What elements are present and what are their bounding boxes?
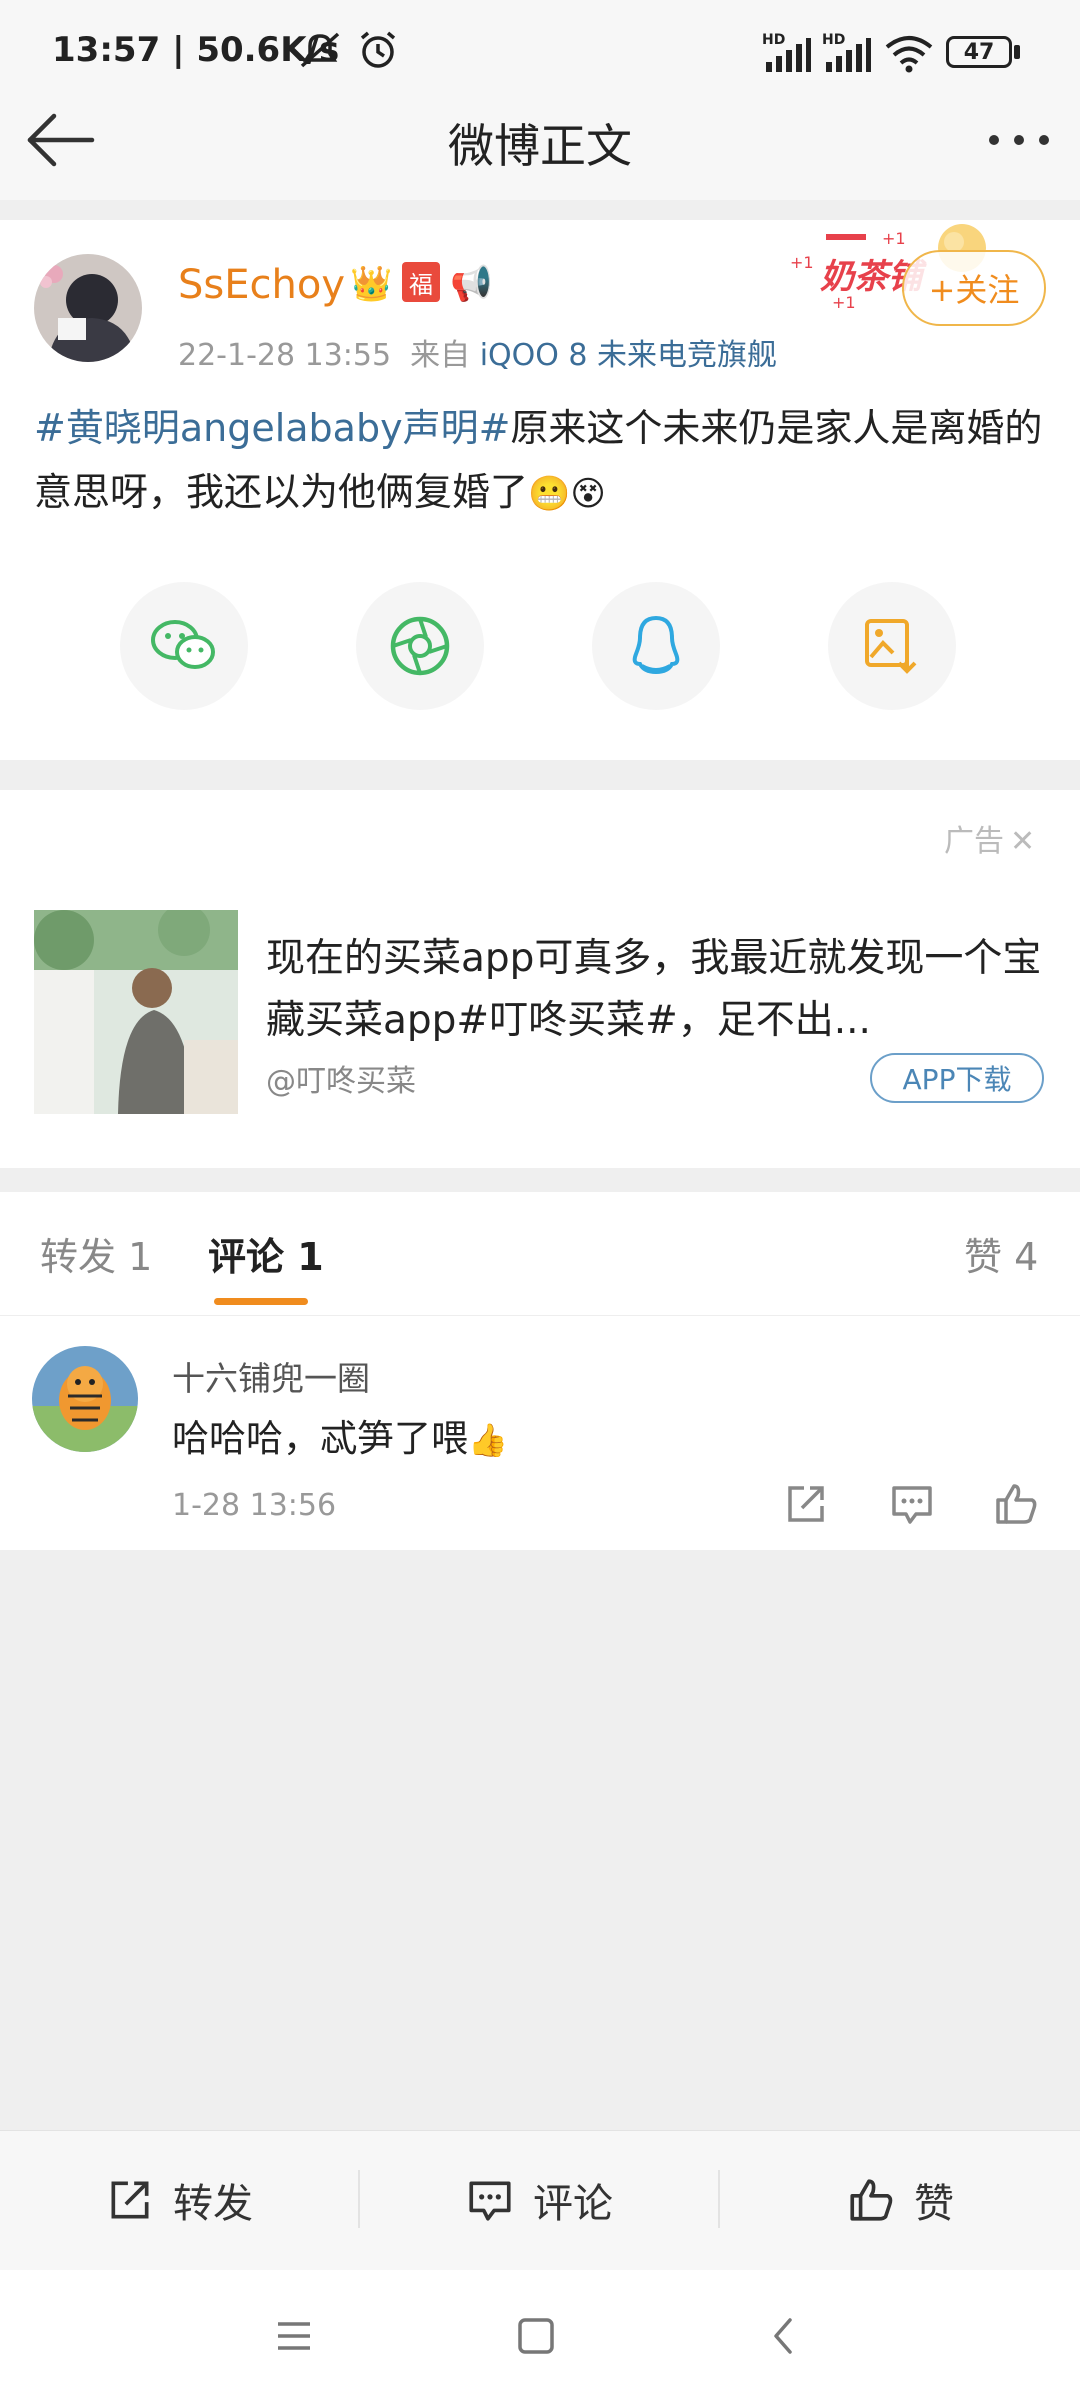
signal-icon-2 [826,38,871,72]
comment-like-icon[interactable] [992,1480,1040,1528]
comment-username[interactable]: 十六铺兜一圈 [172,1352,370,1400]
tab-reposts[interactable]: 转发 1 [40,1226,152,1281]
avatar[interactable] [34,254,142,362]
ad-image[interactable] [34,910,238,1114]
home-icon[interactable] [508,2308,564,2364]
mute-notification-icon [300,32,340,68]
wifi-icon [885,36,933,73]
follow-button[interactable]: +关注 [902,250,1046,326]
svg-text:+1: +1 [882,229,906,248]
battery-icon: 47 [946,36,1012,68]
close-icon[interactable]: ✕ [1010,824,1035,859]
repost-label: 转发 [173,2181,253,2227]
share-qq-button[interactable] [592,582,720,710]
battery-level: 47 [963,39,995,65]
menu-icon[interactable] [266,2308,322,2364]
ad-source[interactable]: @叮咚买菜 [266,1056,416,1100]
tab-comments[interactable]: 评论 1 [208,1226,324,1281]
like-icon [850,2179,893,2221]
more-dots-icon[interactable] [986,128,1052,152]
tab-active-indicator [214,1298,308,1305]
app-download-button[interactable]: APP下载 [870,1053,1044,1103]
post-username[interactable]: SsEchoy 👑 福 📢 [178,262,492,308]
comment-time: 1-28 13:56 [172,1488,337,1523]
wechat-icon [151,620,215,669]
qq-icon [632,615,680,675]
moments-icon [390,616,450,676]
comment-share-icon[interactable] [782,1480,830,1528]
emoji-icon: 😬😵 [528,474,606,514]
post-meta: 22-1-28 13:55 来自 iQOO 8 未来电竞旗舰 [178,338,778,373]
share-moments-button[interactable] [356,582,484,710]
thumbs-up-emoji-icon: 👍 [468,1421,508,1459]
save-image-button[interactable] [828,582,956,710]
tab-bar [0,1192,1080,1316]
save-image-icon [865,619,917,674]
signal-icon-1 [766,38,811,72]
post-source-link[interactable]: iQOO 8 未来电竞旗舰 [480,338,777,373]
comment-button[interactable]: 评论 [360,2130,718,2270]
ad-text[interactable]: 现在的买菜app可真多，我最近就发现一个宝藏买菜app#叮咚买菜#，足不出... [266,928,1046,1052]
comment-reply-icon[interactable] [888,1480,936,1528]
back-nav-icon[interactable] [756,2308,812,2364]
share-wechat-button[interactable] [120,582,248,710]
repost-button[interactable]: 转发 [0,2130,358,2270]
svg-text:+1: +1 [790,253,814,272]
comment-text: 哈哈哈，忒笋了喂👍 [172,1417,508,1460]
battery-tip [1014,45,1020,59]
fortune-badge-icon: 福 [402,262,440,302]
alarm-icon [360,31,396,68]
like-button[interactable]: 赞 [720,2130,1080,2270]
crown-badge-icon: 👑 [350,264,393,304]
ad-label[interactable]: 广告 ✕ [944,816,1035,860]
repost-icon [111,2181,149,2219]
svg-text:+1: +1 [832,293,856,312]
megaphone-badge-icon: 📢 [450,264,493,304]
tab-likes[interactable]: 赞 4 [964,1226,1038,1281]
comment-avatar[interactable] [32,1346,138,1452]
page-title: 微博正文 [448,119,632,173]
comment-icon [469,2181,511,2221]
comment-label: 评论 [533,2181,613,2227]
post-text: #黄晓明angelababy声明#原来这个未来仍是家人是离婚的意思呀，我还以为他… [34,406,1043,514]
like-label: 赞 [914,2181,954,2227]
topic-link[interactable]: #黄晓明angelababy声明# [34,406,510,450]
